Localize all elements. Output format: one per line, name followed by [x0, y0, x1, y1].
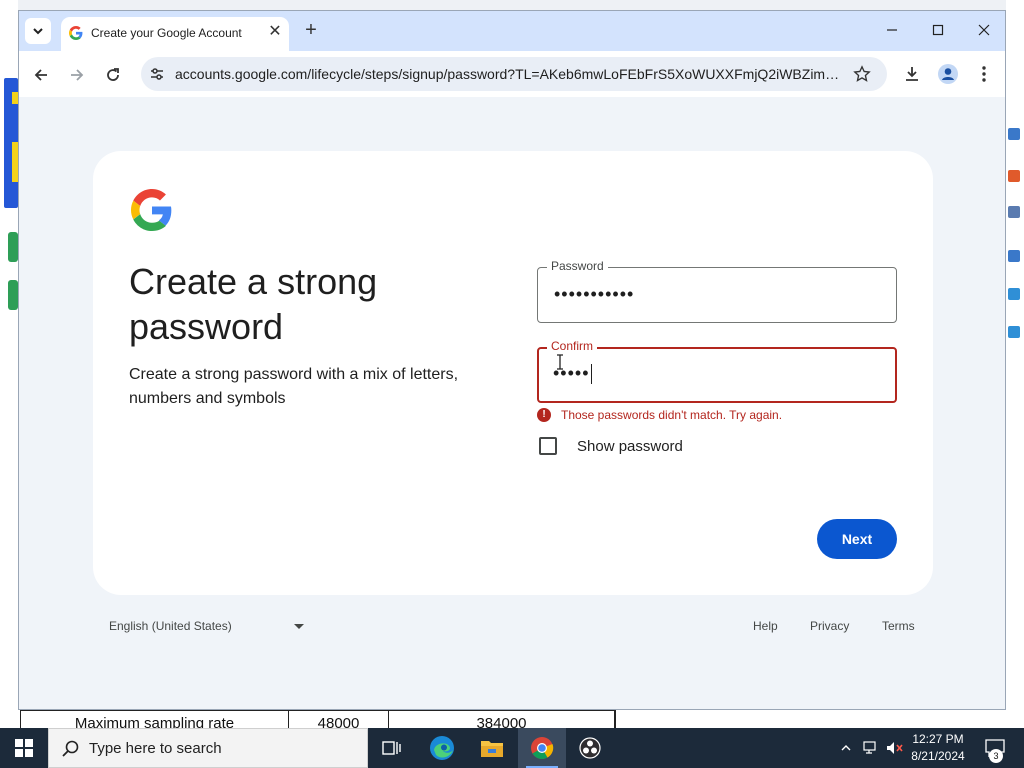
browser-toolbar: accounts.google.com/lifecycle/steps/sign… — [19, 51, 1005, 97]
tab-strip: Create your Google Account ✕ + — [19, 11, 1005, 51]
forward-button[interactable] — [65, 63, 89, 87]
page-content: Create a strong password Create a strong… — [19, 97, 1005, 709]
folder-icon — [481, 741, 503, 757]
taskbar: Type here to search 12:27 PM 8/21/2024 3 — [0, 728, 1024, 768]
profile-icon — [938, 64, 958, 84]
error-message: Those passwords didn't match. Try again. — [561, 408, 783, 422]
background-green-tab — [8, 280, 18, 310]
background-window-right — [1006, 0, 1024, 728]
obs-taskbar-app[interactable] — [566, 728, 614, 768]
google-g-icon — [69, 26, 83, 40]
show-hidden-icons-button[interactable] — [836, 728, 856, 768]
volume-tray-button[interactable] — [884, 728, 906, 768]
task-view-icon — [382, 741, 401, 755]
notification-count-badge: 3 — [989, 749, 1003, 763]
browser-menu-button[interactable] — [973, 63, 995, 85]
background-table: Maximum sampling rate 48000 384000 — [18, 708, 1006, 728]
background-green-tab — [8, 232, 18, 262]
taskbar-search-placeholder[interactable]: Type here to search — [89, 740, 222, 757]
url-text[interactable]: accounts.google.com/lifecycle/steps/sign… — [175, 66, 843, 82]
close-icon — [978, 24, 990, 36]
windows-logo-icon — [15, 739, 33, 757]
dropdown-arrow-icon — [293, 623, 304, 629]
tune-icon[interactable] — [149, 66, 165, 82]
task-view-button[interactable] — [368, 728, 416, 768]
confirm-field-label: Confirm — [547, 339, 598, 353]
maximize-icon — [932, 24, 944, 36]
download-button[interactable] — [901, 63, 923, 85]
edge-icon — [430, 736, 454, 760]
minimize-icon — [887, 29, 897, 31]
show-password-checkbox[interactable] — [539, 437, 557, 455]
text-cursor-icon — [557, 354, 563, 370]
start-button[interactable] — [0, 728, 48, 768]
chrome-taskbar-app[interactable] — [518, 728, 566, 768]
browser-window: Create your Google Account ✕ + accounts.… — [18, 10, 1006, 710]
show-password-label[interactable]: Show password — [577, 438, 683, 455]
language-selector[interactable]: English (United States) — [109, 619, 304, 633]
confirm-password-field[interactable]: Confirm ••••• — [537, 339, 897, 403]
maximize-button[interactable] — [915, 17, 961, 43]
chevron-down-icon — [33, 28, 43, 35]
edge-taskbar-app[interactable] — [418, 728, 466, 768]
google-logo — [131, 189, 172, 231]
reload-icon — [107, 68, 119, 81]
clock-time: 12:27 PM — [912, 732, 964, 746]
kebab-menu-icon — [982, 66, 986, 82]
taskbar-search-box[interactable]: Type here to search — [48, 728, 368, 768]
minimize-button[interactable] — [869, 17, 915, 43]
download-icon — [906, 67, 918, 81]
page-title: Create a strong password — [129, 261, 378, 347]
tab-title: Create your Google Account — [91, 26, 242, 40]
file-explorer-taskbar-app[interactable] — [468, 728, 516, 768]
address-bar[interactable]: accounts.google.com/lifecycle/steps/sign… — [141, 57, 887, 91]
chevron-up-icon — [841, 745, 851, 751]
language-selector-value[interactable]: English (United States) — [109, 619, 232, 633]
privacy-link[interactable]: Privacy — [810, 619, 849, 633]
background-table-row: Maximum sampling rate 48000 384000 — [20, 710, 616, 728]
password-mismatch-error: ! Those passwords didn't match. Try agai… — [537, 407, 782, 423]
taskbar-clock[interactable]: 12:27 PM 8/21/2024 — [904, 731, 972, 765]
chrome-icon — [531, 737, 554, 759]
star-icon[interactable] — [853, 65, 871, 83]
table-cell: Maximum sampling rate — [21, 711, 289, 728]
table-cell: 384000 — [389, 711, 615, 728]
back-arrow-icon — [34, 69, 47, 81]
close-tab-icon[interactable]: ✕ — [265, 22, 285, 42]
close-window-button[interactable] — [961, 17, 1005, 43]
text-caret — [590, 364, 592, 385]
password-field-label: Password — [547, 259, 608, 273]
profile-button[interactable] — [937, 63, 959, 85]
search-icon — [62, 740, 79, 757]
network-tray-button[interactable] — [860, 728, 882, 768]
obs-icon — [579, 737, 601, 759]
error-icon: ! — [537, 408, 551, 422]
next-button[interactable]: Next — [817, 519, 897, 559]
page-description: Create a strong password with a mix of l… — [129, 366, 459, 407]
network-icon — [863, 741, 876, 754]
clock-date: 8/21/2024 — [911, 749, 965, 763]
back-button[interactable] — [29, 63, 53, 87]
reload-button[interactable] — [101, 63, 125, 87]
background-window-left — [0, 0, 18, 728]
table-cell: 48000 — [289, 711, 389, 728]
password-field-value[interactable]: ••••••••••• — [554, 284, 634, 305]
forward-arrow-icon — [71, 69, 84, 81]
tab-search-button[interactable] — [25, 18, 51, 44]
background-graphic — [4, 78, 18, 208]
show-password-control[interactable]: Show password — [539, 437, 683, 455]
signup-card: Create a strong password Create a strong… — [93, 151, 933, 595]
volume-muted-icon — [887, 742, 903, 754]
help-link[interactable]: Help — [753, 619, 778, 633]
terms-link[interactable]: Terms — [882, 619, 915, 633]
password-field[interactable]: Password ••••••••••• — [537, 259, 897, 323]
new-tab-button[interactable]: + — [299, 19, 323, 43]
tab-active[interactable]: Create your Google Account ✕ — [61, 17, 289, 51]
